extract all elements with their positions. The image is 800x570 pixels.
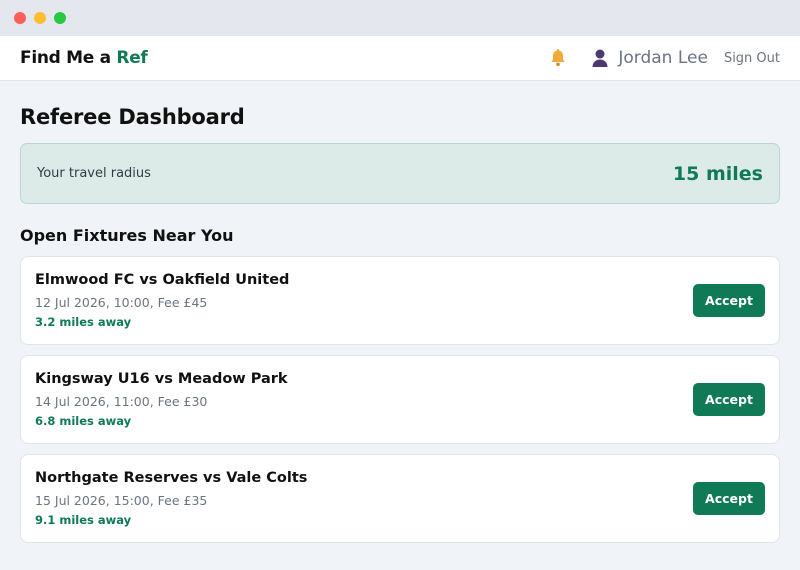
brand-accent: Ref xyxy=(116,48,148,68)
close-window-button[interactable] xyxy=(14,12,26,24)
fixture-meta: 15 Jul 2026, 15:00, Fee £35 xyxy=(35,493,208,508)
minimize-window-button[interactable] xyxy=(34,12,46,24)
accept-button[interactable]: Accept xyxy=(693,383,765,416)
accept-button[interactable]: Accept xyxy=(693,284,765,317)
user-menu[interactable]: Jordan Lee xyxy=(590,48,708,68)
travel-radius-card: Your travel radius 15 miles xyxy=(20,143,780,204)
fixture-card: Northgate Reserves vs Vale Colts 15 Jul … xyxy=(20,454,780,543)
travel-radius-value: 15 miles xyxy=(672,162,763,185)
user-icon xyxy=(590,48,610,68)
fixture-title: Kingsway U16 vs Meadow Park xyxy=(35,371,288,387)
fixture-meta: 12 Jul 2026, 10:00, Fee £45 xyxy=(35,295,208,310)
page-title: Referee Dashboard xyxy=(20,105,245,129)
user-name: Jordan Lee xyxy=(618,48,708,68)
nav-actions: Jordan Lee Sign Out xyxy=(548,48,780,68)
fixture-distance: 9.1 miles away xyxy=(35,513,132,527)
sign-out-link[interactable]: Sign Out xyxy=(724,51,780,66)
fixture-title: Northgate Reserves vs Vale Colts xyxy=(35,470,308,486)
fixture-info: Elmwood FC vs Oakfield United 12 Jul 202… xyxy=(35,272,289,329)
fixture-distance: 3.2 miles away xyxy=(35,315,132,329)
fixture-distance: 6.8 miles away xyxy=(35,414,132,428)
top-navbar: Find Me a Ref Jordan Lee Sign Out xyxy=(0,36,800,81)
brand-name: Find Me a xyxy=(20,48,111,68)
fixture-title: Elmwood FC vs Oakfield United xyxy=(35,272,290,288)
fixture-card: Elmwood FC vs Oakfield United 12 Jul 202… xyxy=(20,256,780,345)
fixture-info: Northgate Reserves vs Vale Colts 15 Jul … xyxy=(35,470,307,527)
bell-icon[interactable] xyxy=(548,48,568,68)
fixture-card: Kingsway U16 vs Meadow Park 14 Jul 2026,… xyxy=(20,355,780,444)
maximize-window-button[interactable] xyxy=(54,12,66,24)
accept-button[interactable]: Accept xyxy=(693,482,765,515)
brand-logo[interactable]: Find Me a Ref xyxy=(20,48,148,68)
fixtures-section-title: Open Fixtures Near You xyxy=(20,226,234,245)
fixture-info: Kingsway U16 vs Meadow Park 14 Jul 2026,… xyxy=(35,371,288,428)
window-titlebar xyxy=(0,0,800,36)
travel-radius-label: Your travel radius xyxy=(37,166,151,181)
dashboard-main: Referee Dashboard Your travel radius 15 … xyxy=(0,81,800,543)
fixture-meta: 14 Jul 2026, 11:00, Fee £30 xyxy=(35,394,208,409)
